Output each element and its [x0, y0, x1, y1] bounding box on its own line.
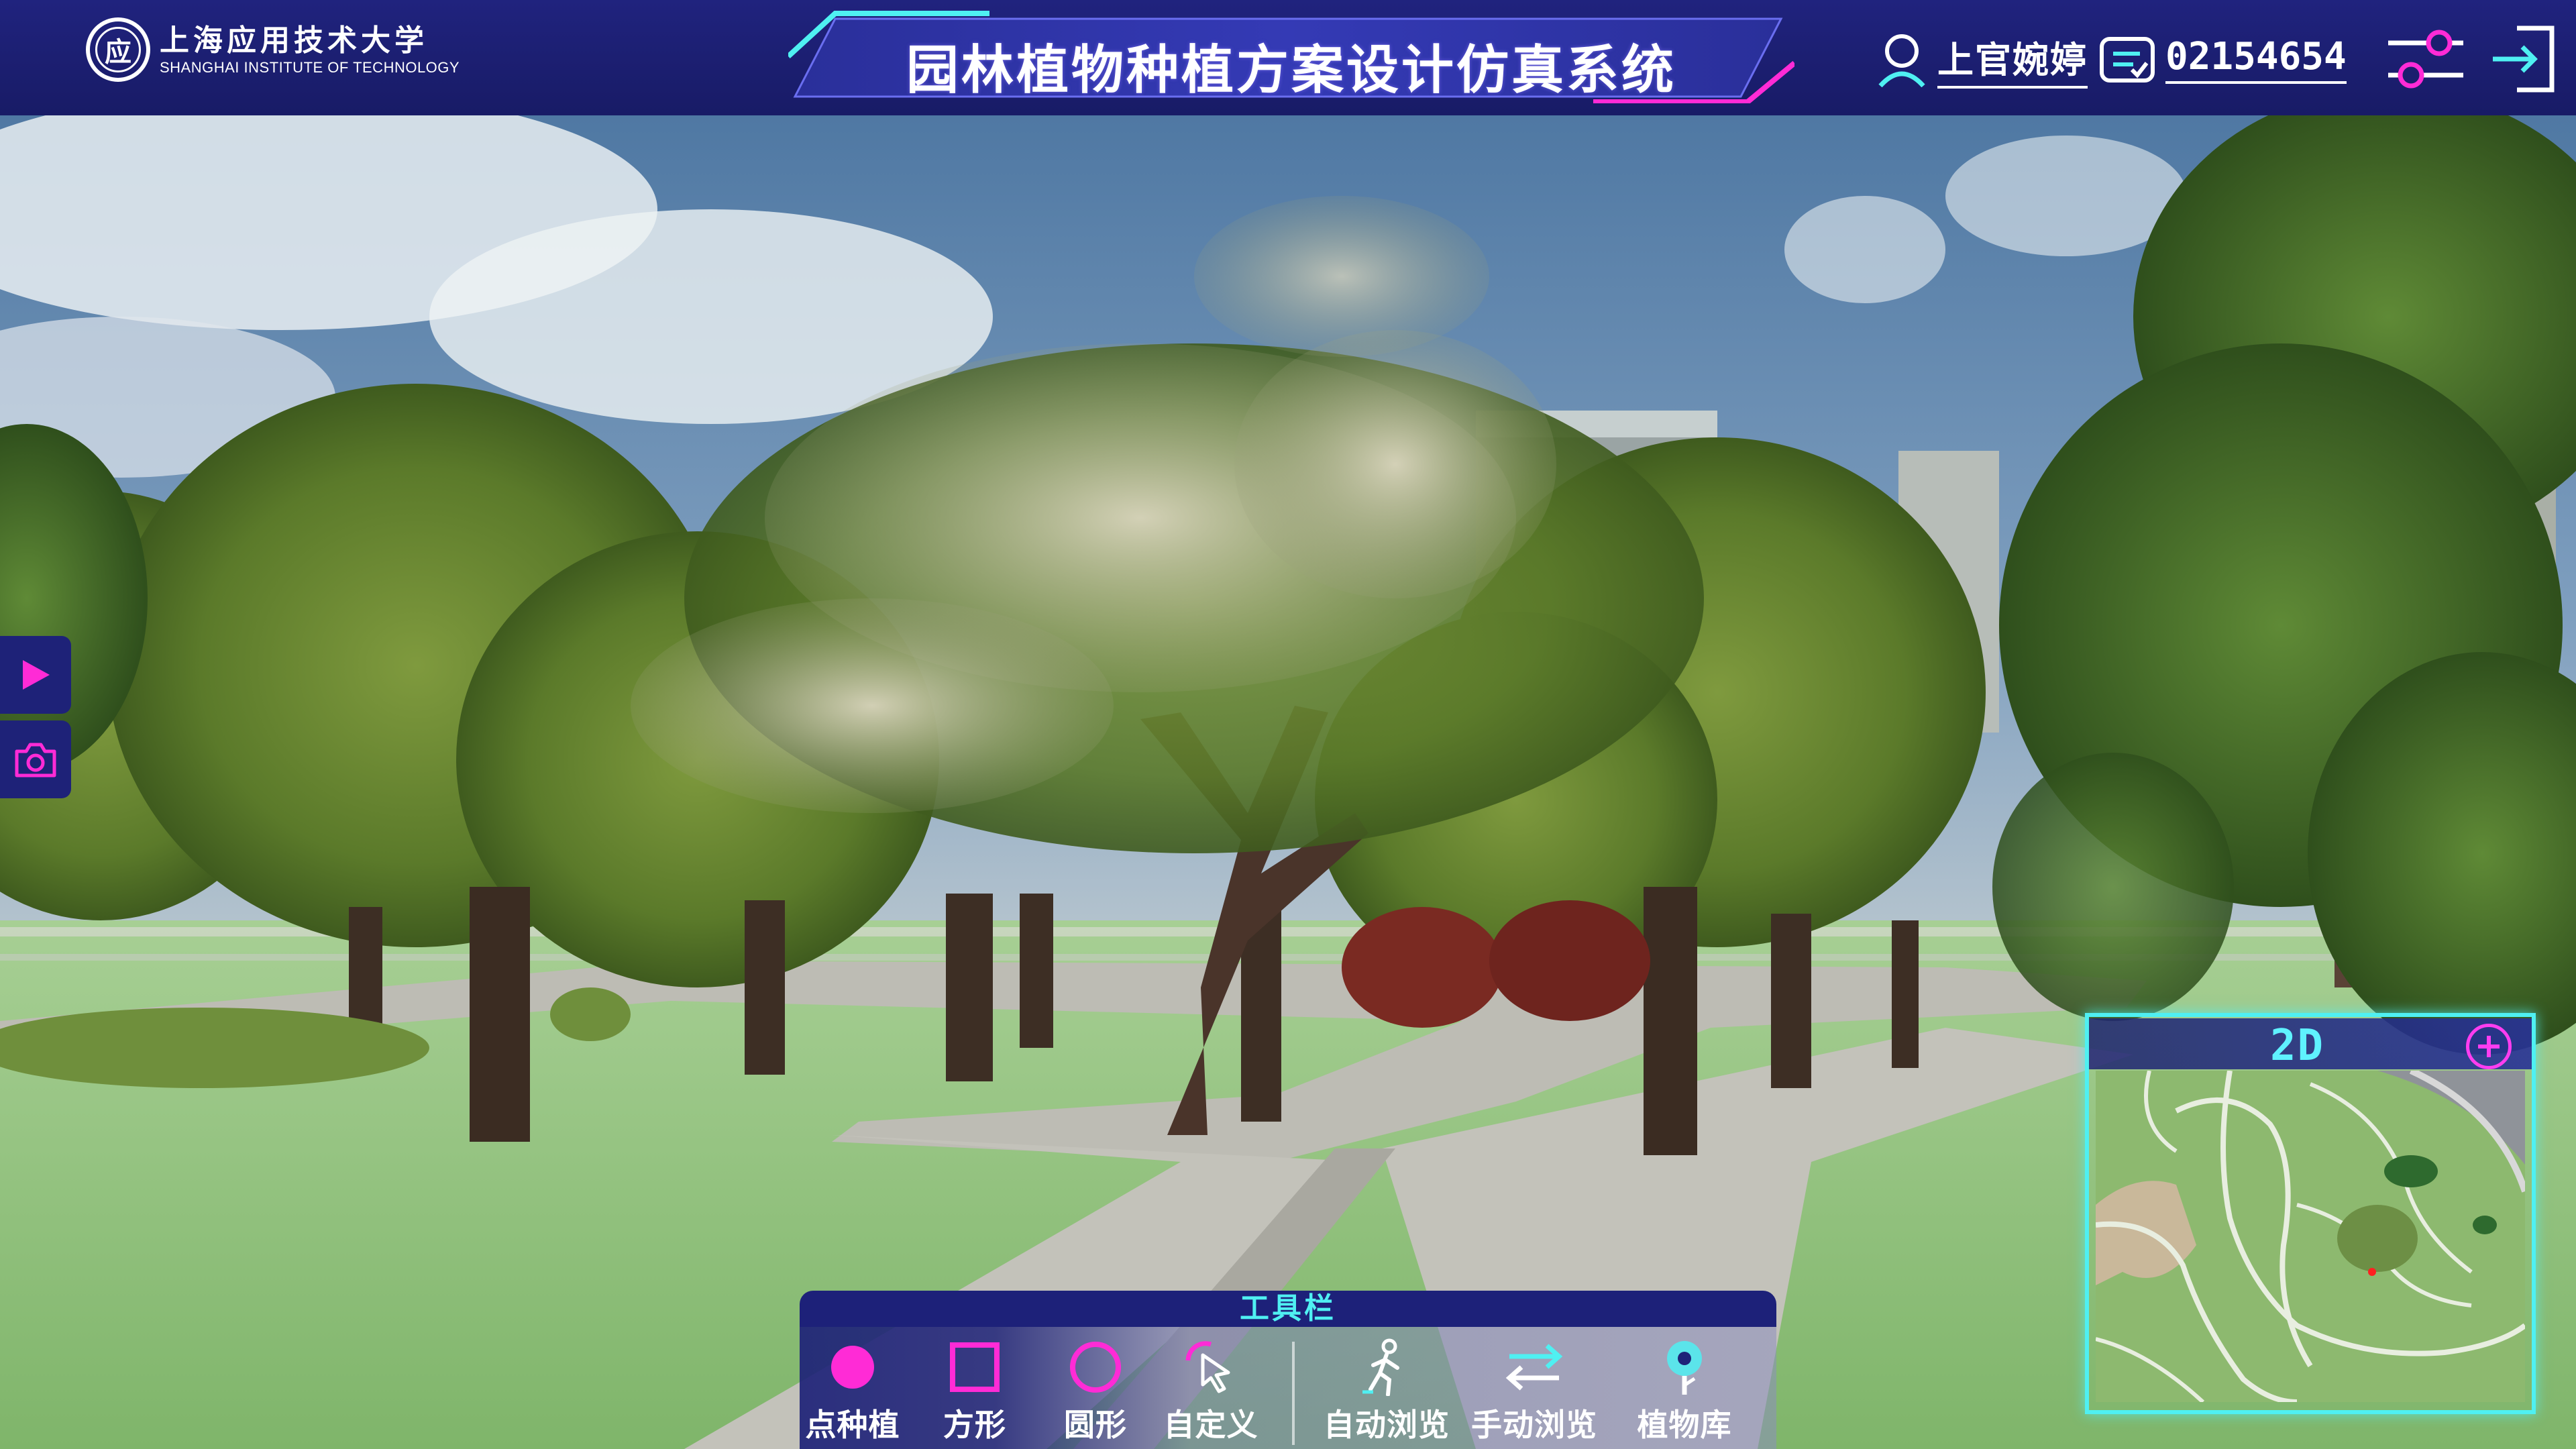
user-icon — [1872, 29, 1932, 89]
university-name-en: SHANGHAI INSTITUTE OF TECHNOLOGY — [160, 59, 460, 76]
minimap-map[interactable] — [2096, 1071, 2525, 1402]
settings-sliders-icon[interactable] — [2385, 25, 2466, 93]
tool-custom-button[interactable]: 自定义 — [1147, 1338, 1275, 1445]
auto-walk-icon — [1353, 1338, 1420, 1397]
circle-icon — [1062, 1338, 1129, 1397]
point-plant-icon — [819, 1338, 886, 1397]
user-id: 02154654 — [2165, 35, 2347, 84]
id-card-icon — [2097, 29, 2157, 89]
toolbar-title: 工具栏 — [1240, 1291, 1336, 1326]
toolbar-separator — [1292, 1342, 1295, 1445]
university-name-cn: 上海应用技术大学 — [160, 23, 428, 58]
tool-plant-library-button[interactable]: 植物库 — [1621, 1338, 1748, 1445]
exit-icon[interactable] — [2490, 24, 2557, 94]
screenshot-button[interactable] — [0, 720, 71, 798]
tool-point-plant-label: 点种植 — [805, 1407, 900, 1443]
tool-manual-browse-button[interactable]: 手动浏览 — [1470, 1338, 1598, 1445]
tool-custom-label: 自定义 — [1163, 1407, 1258, 1443]
tool-circle-button[interactable]: 圆形 — [1032, 1338, 1159, 1445]
user-info: 上官婉婷 02154654 — [1872, 27, 2347, 91]
seal-glyph: 应 — [105, 36, 131, 68]
custom-cursor-icon — [1177, 1338, 1244, 1397]
view-mode-toggle[interactable]: 2D — [2270, 1021, 2324, 1071]
toolbar-header: 工具栏 — [800, 1291, 1776, 1327]
toolbar: 工具栏 点种植 方形 圆形 自定义 自动浏览 手动浏览 植物库 — [800, 1291, 1776, 1449]
plant-library-icon — [1651, 1338, 1718, 1397]
play-icon — [23, 660, 50, 690]
tool-square-label: 方形 — [943, 1407, 1006, 1443]
app-title-plate: 园林植物种植方案设计仿真系统 — [788, 9, 1794, 103]
tool-square-button[interactable]: 方形 — [911, 1338, 1038, 1445]
university-name: 上海应用技术大学 SHANGHAI INSTITUTE OF TECHNOLOG… — [160, 23, 460, 76]
tool-auto-walk-label: 自动浏览 — [1324, 1407, 1450, 1443]
top-header: 应 上海应用技术大学 SHANGHAI INSTITUTE OF TECHNOL… — [0, 0, 2576, 115]
app-title: 园林植物种植方案设计仿真系统 — [906, 40, 1676, 101]
tool-manual-browse-label: 手动浏览 — [1471, 1407, 1597, 1443]
manual-browse-icon — [1501, 1338, 1568, 1397]
university-seal-icon: 应 — [86, 17, 150, 82]
tool-auto-walk-button[interactable]: 自动浏览 — [1323, 1338, 1450, 1445]
play-button[interactable] — [0, 636, 71, 714]
tool-circle-label: 圆形 — [1064, 1407, 1127, 1443]
minimap-panel: 2D — [2082, 1004, 2536, 1417]
tool-plant-library-label: 植物库 — [1637, 1407, 1732, 1443]
university-logo: 应 上海应用技术大学 SHANGHAI INSTITUTE OF TECHNOL… — [86, 17, 460, 82]
camera-icon — [15, 743, 56, 777]
plus-circle-icon[interactable] — [2466, 1024, 2512, 1069]
user-name: 上官婉婷 — [1937, 30, 2088, 89]
square-icon — [941, 1338, 1008, 1397]
tool-point-plant-button[interactable]: 点种植 — [789, 1338, 916, 1445]
park-map-image — [2096, 1071, 2525, 1402]
